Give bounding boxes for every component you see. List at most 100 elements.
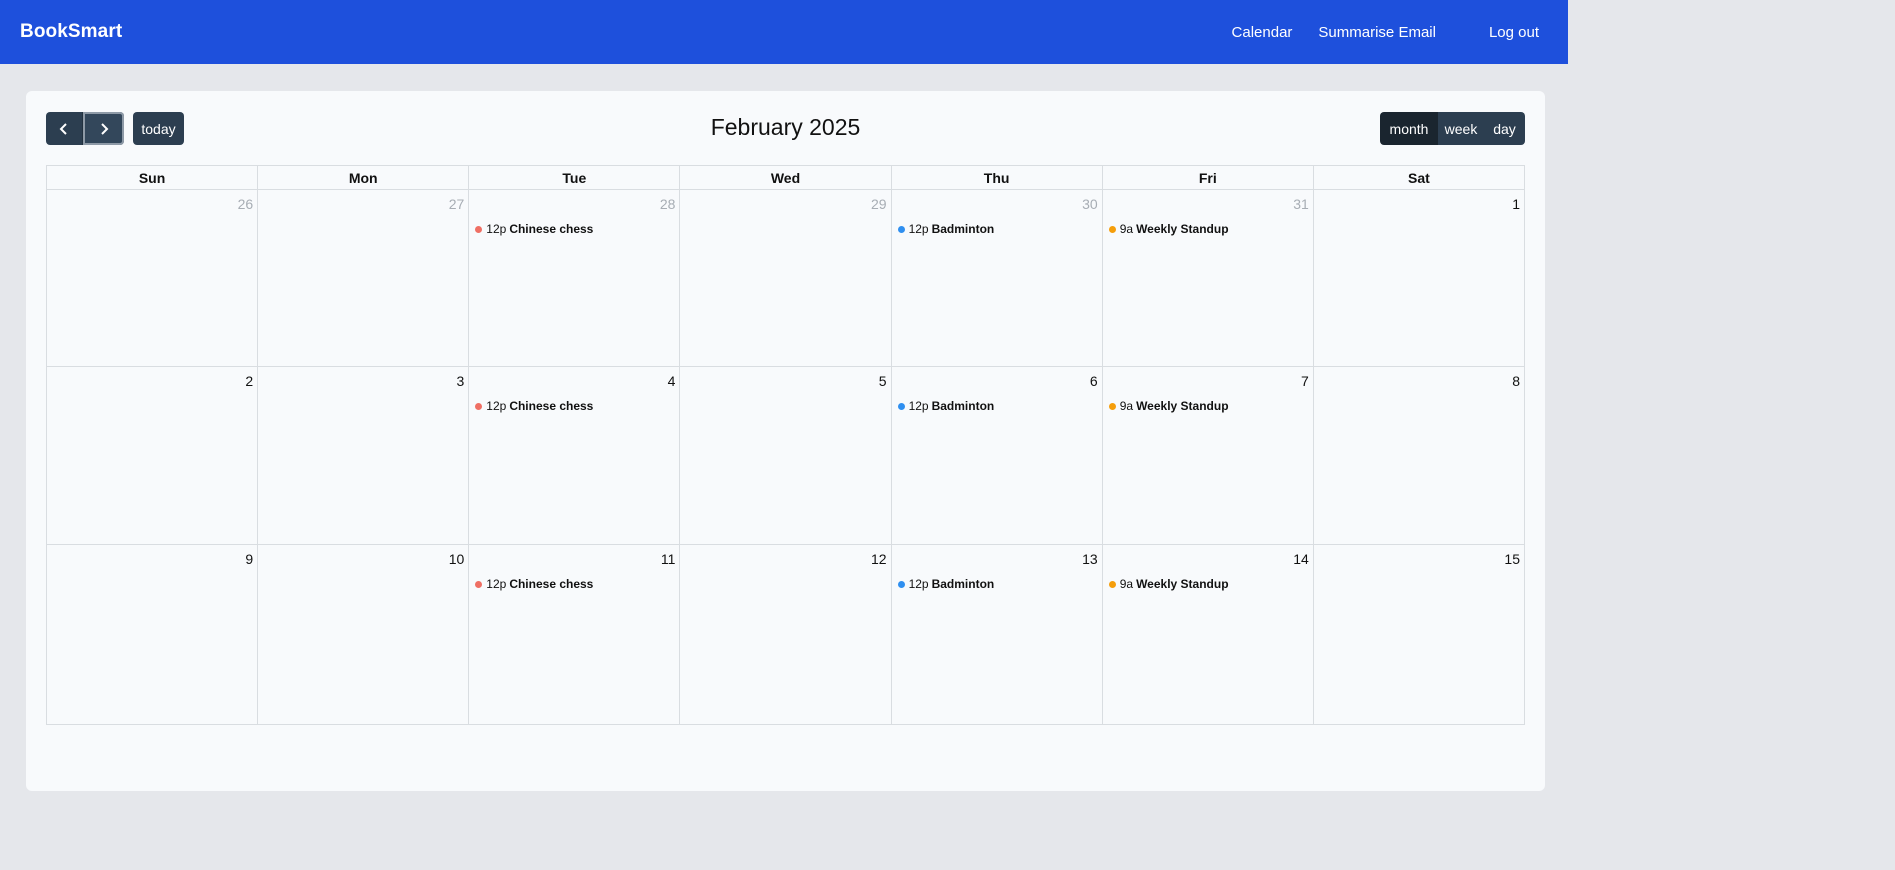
nav-logout-link[interactable]: Log out <box>1489 24 1539 41</box>
day-number[interactable]: 13 <box>1082 551 1098 567</box>
calendar-event[interactable]: 12p Chinese chess <box>475 222 593 236</box>
day-number[interactable]: 4 <box>668 373 676 389</box>
weekday-header: Sun <box>47 166 259 189</box>
calendar-event[interactable]: 12p Chinese chess <box>475 577 593 591</box>
event-dot-icon <box>1108 580 1116 588</box>
event-title: Weekly Standup <box>1136 399 1229 413</box>
day-cell[interactable]: 26 <box>47 190 259 366</box>
event-dot-icon <box>475 402 483 410</box>
event-title: Badminton <box>931 577 995 591</box>
event-time: 12p <box>486 222 507 236</box>
day-number[interactable]: 2 <box>245 373 253 389</box>
week-row: 2 3 4 12p Chinese chess 5 6 12p Badminton 7 9a Week… <box>47 367 1525 545</box>
day-number[interactable]: 1 <box>1512 196 1520 212</box>
day-number[interactable]: 5 <box>879 373 887 389</box>
day-cell[interactable]: 13 12p Badminton <box>892 545 1103 724</box>
nav-links: Calendar Summarise Email Log out <box>1232 24 1548 41</box>
day-cell[interactable]: 28 12p Chinese chess <box>469 190 681 366</box>
weekday-header: Mon <box>258 166 470 189</box>
week-row: 9 10 11 12p Chinese chess 12 13 12p Badminton 14 9… <box>47 545 1525 725</box>
event-dot-icon <box>475 580 483 588</box>
weekday-header-row: Sun Mon Tue Wed Thu Fri Sat <box>47 165 1525 190</box>
event-time: 9a <box>1119 222 1134 236</box>
day-cell[interactable]: 31 9a Weekly Standup <box>1103 190 1314 366</box>
day-number[interactable]: 7 <box>1301 373 1309 389</box>
day-cell[interactable]: 2 <box>47 367 259 544</box>
day-number[interactable]: 15 <box>1504 551 1520 567</box>
event-time: 9a <box>1119 577 1134 591</box>
event-dot-icon <box>897 225 905 233</box>
event-dot-icon <box>897 580 905 588</box>
day-cell[interactable]: 7 9a Weekly Standup <box>1103 367 1314 544</box>
day-cell[interactable]: 3 <box>258 367 470 544</box>
day-number[interactable]: 14 <box>1293 551 1309 567</box>
weeks-container: 26 27 28 12p Chinese chess 29 30 12p Badminton 31… <box>47 190 1525 725</box>
day-number[interactable]: 28 <box>660 196 676 212</box>
day-number[interactable]: 9 <box>245 551 253 567</box>
day-view-button[interactable]: day <box>1484 112 1525 145</box>
day-cell[interactable]: 29 <box>680 190 892 366</box>
event-time: 12p <box>908 222 929 236</box>
calendar-event[interactable]: 12p Badminton <box>897 577 995 591</box>
calendar-card: today February 2025 month week day Sun M… <box>26 91 1545 791</box>
event-time: 12p <box>908 577 929 591</box>
day-number[interactable]: 12 <box>871 551 887 567</box>
calendar-event[interactable]: 9a Weekly Standup <box>1108 399 1229 413</box>
event-time: 12p <box>908 399 929 413</box>
event-dot-icon <box>1108 225 1116 233</box>
event-title: Badminton <box>931 399 995 413</box>
day-cell[interactable]: 1 <box>1314 190 1525 366</box>
day-cell[interactable]: 9 <box>47 545 259 724</box>
day-number[interactable]: 3 <box>456 373 464 389</box>
top-navbar: BookSmart Calendar Summarise Email Log o… <box>0 0 1568 64</box>
day-number[interactable]: 27 <box>449 196 465 212</box>
week-row: 26 27 28 12p Chinese chess 29 30 12p Badminton 31… <box>47 190 1525 367</box>
nav-calendar-link[interactable]: Calendar <box>1232 24 1293 41</box>
day-cell[interactable]: 14 9a Weekly Standup <box>1103 545 1314 724</box>
calendar-event[interactable]: 12p Badminton <box>897 222 994 236</box>
day-number[interactable]: 30 <box>1082 196 1098 212</box>
event-time: 9a <box>1119 399 1134 413</box>
calendar-event[interactable]: 9a Weekly Standup <box>1108 577 1229 591</box>
event-dot-icon <box>475 225 483 233</box>
day-number[interactable]: 11 <box>661 551 676 567</box>
weekday-header: Wed <box>680 166 892 189</box>
event-time: 12p <box>486 399 507 413</box>
day-cell[interactable]: 30 12p Badminton <box>892 190 1103 366</box>
calendar-event[interactable]: 12p Chinese chess <box>475 399 593 413</box>
day-number[interactable]: 26 <box>238 196 254 212</box>
day-number[interactable]: 6 <box>1090 373 1098 389</box>
event-dot-icon <box>1108 402 1116 410</box>
calendar-event[interactable]: 9a Weekly Standup <box>1108 222 1229 236</box>
weekday-header: Sat <box>1314 166 1525 189</box>
day-cell[interactable]: 15 <box>1314 545 1525 724</box>
day-cell[interactable]: 8 <box>1314 367 1525 544</box>
event-title: Chinese chess <box>509 399 594 413</box>
calendar-title: February 2025 <box>710 114 861 140</box>
nav-summarise-email-link[interactable]: Summarise Email <box>1318 24 1436 41</box>
day-cell[interactable]: 6 12p Badminton <box>892 367 1103 544</box>
day-number[interactable]: 10 <box>449 551 465 567</box>
event-time: 12p <box>486 577 507 591</box>
brand-logo[interactable]: BookSmart <box>20 21 122 43</box>
month-grid: Sun Mon Tue Wed Thu Fri Sat 26 27 28 12p Chi… <box>46 165 1525 725</box>
week-view-button[interactable]: week <box>1438 112 1484 145</box>
event-title: Weekly Standup <box>1136 577 1229 591</box>
event-dot-icon <box>897 402 905 410</box>
day-cell[interactable]: 4 12p Chinese chess <box>469 367 681 544</box>
day-cell[interactable]: 5 <box>680 367 892 544</box>
event-title: Chinese chess <box>509 222 594 236</box>
day-cell[interactable]: 12 <box>680 545 892 724</box>
day-number[interactable]: 31 <box>1293 196 1309 212</box>
month-view-button[interactable]: month <box>1380 112 1438 145</box>
weekday-header: Fri <box>1103 166 1314 189</box>
day-cell[interactable]: 27 <box>258 190 470 366</box>
event-title: Weekly Standup <box>1136 222 1229 236</box>
calendar-event[interactable]: 12p Badminton <box>897 399 995 413</box>
day-number[interactable]: 29 <box>871 196 887 212</box>
event-title: Chinese chess <box>509 577 594 591</box>
day-number[interactable]: 8 <box>1512 373 1520 389</box>
day-cell[interactable]: 11 12p Chinese chess <box>469 545 681 724</box>
day-cell[interactable]: 10 <box>258 545 470 724</box>
weekday-header: Thu <box>892 166 1103 189</box>
